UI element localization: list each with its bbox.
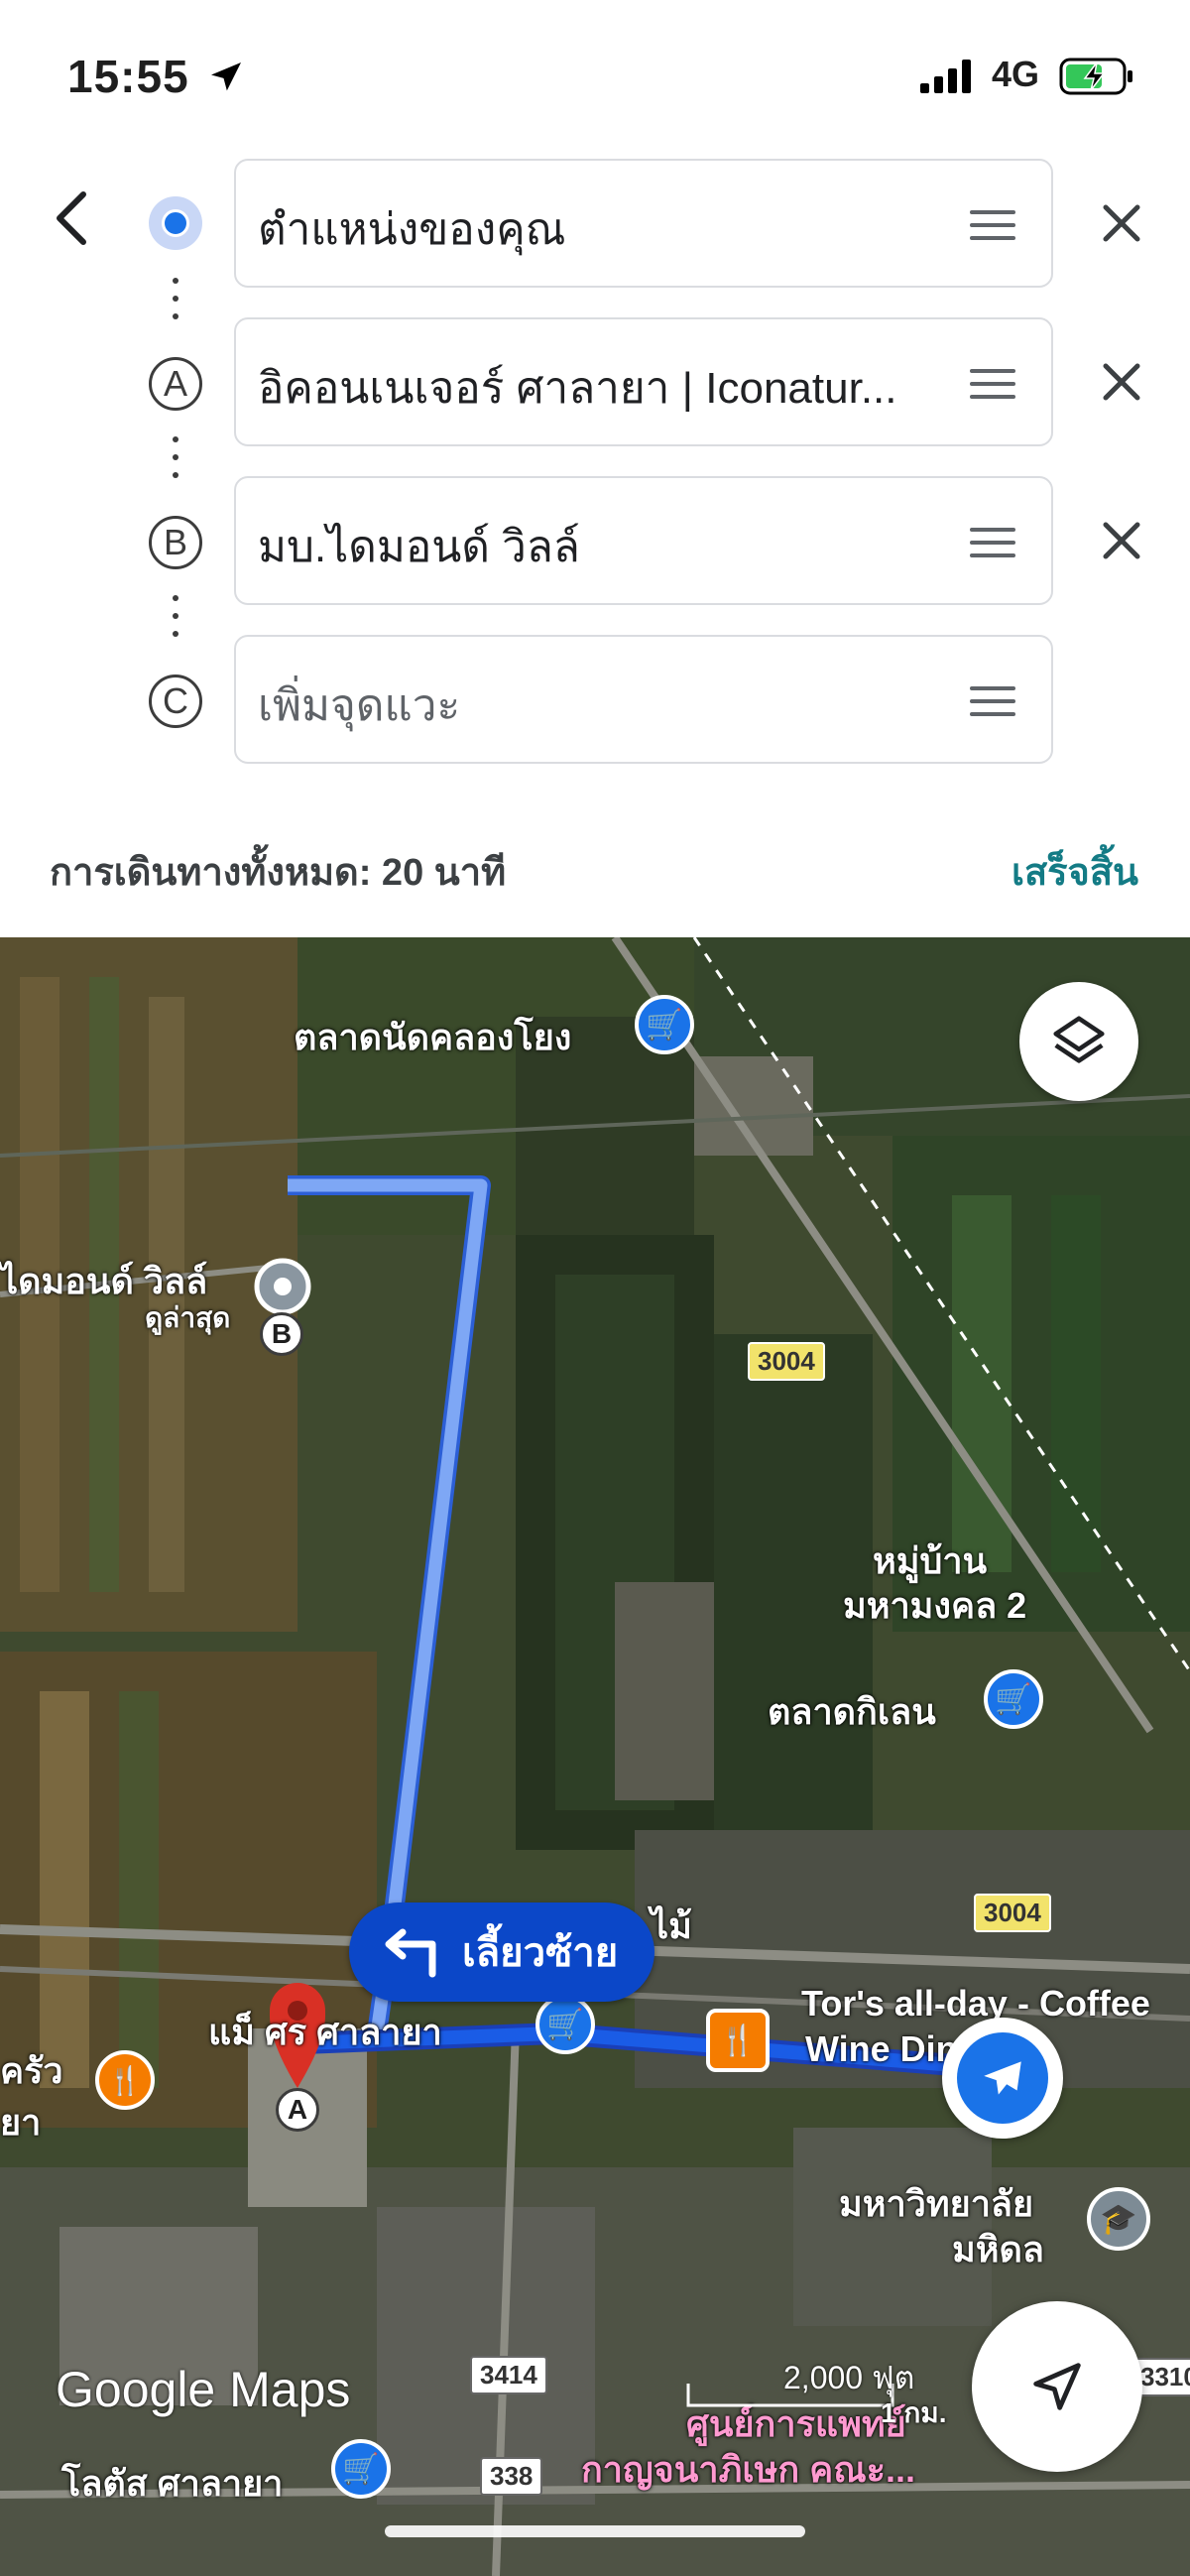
stop-b-field-text: มบ.ไดมอนด์ วิลล์ xyxy=(258,523,580,571)
map-label-mai: ไม้ xyxy=(651,1905,692,1946)
connector-dots xyxy=(173,278,178,331)
map-label-lotus[interactable]: โลตัส ศาลายา xyxy=(61,2455,283,2512)
signal-bars-icon xyxy=(920,60,971,93)
map-label-tors-coffee[interactable]: Tor's all-day - Coffee xyxy=(801,1983,1150,2024)
connector-dots xyxy=(173,436,178,490)
road-shield-3414: 3414 xyxy=(470,2356,547,2394)
scale-feet-label: 2,000 ฟุต xyxy=(783,2360,915,2395)
stop-a-field-text: อิคอนเนเจอร์ ศาลายา | Iconatur... xyxy=(258,364,897,413)
origin-field-text: ตำแหน่งของคุณ xyxy=(258,205,566,254)
trip-summary: การเดินทางทั้งหมด: 20 นาที xyxy=(50,852,507,894)
map-label-market-khlong-yong[interactable]: ตลาดนัดคลองโยง xyxy=(294,1009,571,1065)
remove-origin-close-icon[interactable] xyxy=(1097,198,1146,248)
back-chevron-icon[interactable] xyxy=(48,188,97,248)
origin-field[interactable]: ตำแหน่งของคุณ xyxy=(234,159,1053,288)
location-arrow-icon xyxy=(211,62,241,91)
status-time: 15:55 xyxy=(67,51,189,102)
map-label-village-name[interactable]: มหามงคล 2 xyxy=(843,1577,1026,1634)
remove-stop-a-close-icon[interactable] xyxy=(1097,357,1146,407)
done-button[interactable]: เสร็จสิ้น xyxy=(1012,841,1138,902)
university-icon[interactable]: 🎓 xyxy=(1087,2187,1150,2251)
shopping-cart-icon[interactable]: 🛒 xyxy=(984,1669,1043,1729)
home-indicator[interactable] xyxy=(385,2525,805,2537)
stop-b-field[interactable]: มบ.ไดมอนด์ วิลล์ xyxy=(234,476,1053,605)
stop-a-field[interactable]: อิคอนเนเจอร์ ศาลายา | Iconatur... xyxy=(234,317,1053,446)
restaurant-icon[interactable]: 🍴 xyxy=(706,2009,770,2072)
battery-charging-icon xyxy=(1059,58,1132,95)
stop-c-marker: C xyxy=(149,675,202,728)
shopping-cart-icon[interactable]: 🛒 xyxy=(331,2439,391,2499)
map-label-khrua[interactable]: ครัว xyxy=(0,2042,63,2099)
navigation-arrow-icon xyxy=(1033,2363,1081,2410)
map-stop-a-marker[interactable]: A xyxy=(276,2088,319,2132)
status-bar: 15:55 4G xyxy=(0,0,1190,149)
turn-instruction-chip[interactable]: เลี้ยวซ้าย xyxy=(349,1902,654,2002)
road-shield-338: 338 xyxy=(480,2457,543,2496)
map-label-mahidol-name[interactable]: มหิดล xyxy=(952,2221,1044,2277)
map-label-latest: ดูล่าสุด xyxy=(145,1302,231,1333)
map-label-ya: ยา xyxy=(0,2102,42,2143)
map-label-market-kilen[interactable]: ตลาดกิเลน xyxy=(768,1683,936,1740)
stop-b-marker: B xyxy=(149,516,202,569)
drag-handle-icon[interactable] xyxy=(970,528,1015,566)
road-shield-3004: 3004 xyxy=(748,1342,825,1381)
turn-instruction-label: เลี้ยวซ้าย xyxy=(462,1931,619,1975)
drag-handle-icon[interactable] xyxy=(970,210,1015,249)
recenter-button[interactable] xyxy=(972,2301,1142,2472)
shopping-cart-icon[interactable]: 🛒 xyxy=(635,995,694,1054)
stop-a-marker: A xyxy=(149,357,202,411)
connector-dots xyxy=(173,595,178,649)
send-to-device-button[interactable] xyxy=(942,2018,1063,2139)
send-arrow-icon xyxy=(984,2061,1021,2095)
map-label-salaya[interactable]: แม็ ศร ศาลายา xyxy=(208,2004,442,2060)
map-label-wine-dine[interactable]: Wine Din xyxy=(805,2028,958,2070)
add-stop-field[interactable]: เพิ่มจุดแวะ xyxy=(234,635,1053,764)
remove-stop-b-close-icon[interactable] xyxy=(1097,516,1146,565)
add-stop-placeholder: เพิ่มจุดแวะ xyxy=(258,681,461,730)
layers-icon xyxy=(1053,1016,1105,1063)
map-label-hospital-name[interactable]: กาญจนาภิเษก คณะ... xyxy=(581,2441,915,2498)
drag-handle-icon[interactable] xyxy=(970,369,1015,408)
layers-button[interactable] xyxy=(1019,982,1138,1101)
network-type: 4G xyxy=(992,54,1040,94)
origin-marker-icon xyxy=(149,196,202,250)
drag-handle-icon[interactable] xyxy=(970,686,1015,725)
shopping-cart-icon[interactable]: 🛒 xyxy=(536,1995,595,2054)
road-shield-3004: 3004 xyxy=(974,1894,1051,1932)
turn-left-arrow-icon xyxy=(385,1928,436,1978)
google-maps-logo: Google Maps xyxy=(56,2362,351,2417)
restaurant-icon[interactable]: 🍴 xyxy=(95,2050,155,2110)
map-stop-b-marker[interactable]: B xyxy=(260,1312,303,1356)
